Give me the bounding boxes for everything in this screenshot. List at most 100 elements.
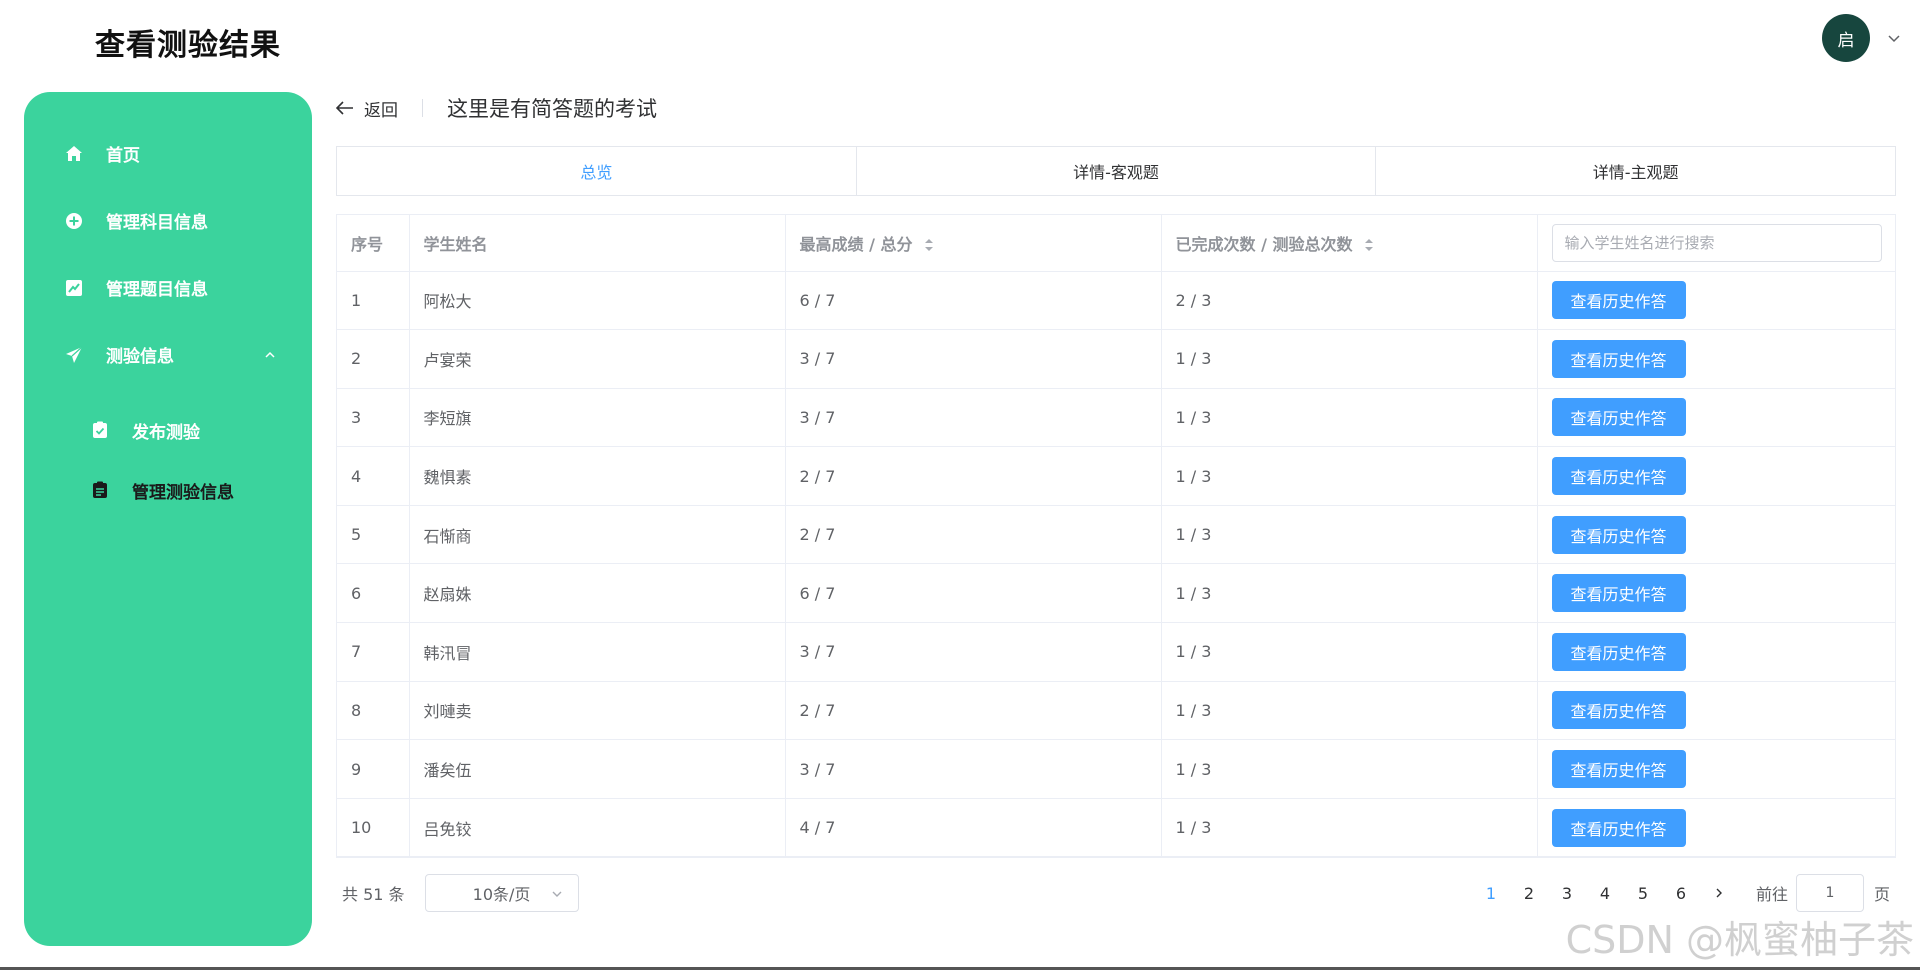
table-row: 3 李短旗 3 / 71 / 3 查看历史作答 (337, 388, 1895, 448)
search-input[interactable] (1551, 223, 1882, 262)
chevron-down-icon[interactable] (1886, 30, 1902, 46)
page-number[interactable]: 6 (1662, 884, 1700, 903)
view-history-button[interactable]: 查看历史作答 (1551, 632, 1686, 671)
chevron-down-icon (552, 891, 562, 898)
cell-index: 3 (337, 388, 410, 448)
view-history-button[interactable]: 查看历史作答 (1551, 398, 1686, 437)
cell-score: 2 / 7 (785, 446, 1162, 506)
page-subtitle: 这里是有简答题的考试 (447, 97, 657, 121)
view-history-button[interactable]: 查看历史作答 (1551, 457, 1686, 496)
view-history-button[interactable]: 查看历史作答 (1551, 574, 1686, 613)
cell-score: 6 / 7 (785, 271, 1162, 331)
page-unit-label: 页 (1873, 885, 1890, 905)
sort-icon[interactable] (1364, 238, 1374, 252)
view-history-button[interactable]: 查看历史作答 (1551, 691, 1686, 730)
plus-circle-icon (64, 211, 84, 231)
table-row: 5 石惭商 2 / 71 / 3 查看历史作答 (337, 505, 1895, 565)
cell-student-name: 魏惧素 (409, 446, 786, 506)
back-label: 返回 (364, 100, 398, 121)
page-number[interactable]: 3 (1548, 884, 1586, 903)
sidebar: 首页 管理科目信息 管理题目信息 测验信息 发布测验 管理测验信息 (24, 92, 312, 946)
cell-count: 1 / 3 (1161, 798, 1538, 858)
table-header-row: 序号 学生姓名 最高成绩 / 总分 已完成次数 / 测验总次数 (337, 215, 1895, 272)
page-size-select[interactable]: 10条/页 (424, 874, 579, 913)
sort-icon[interactable] (924, 238, 934, 252)
sidebar-item-tests[interactable]: 测验信息 (24, 321, 312, 388)
view-history-button[interactable]: 查看历史作答 (1551, 750, 1686, 789)
column-header-score[interactable]: 最高成绩 / 总分 (785, 215, 1162, 272)
cell-count: 2 / 3 (1161, 271, 1538, 331)
cell-score: 2 / 7 (785, 505, 1162, 565)
home-icon (64, 144, 84, 164)
cell-count: 1 / 3 (1161, 329, 1538, 389)
cell-action: 查看历史作答 (1537, 329, 1895, 389)
chevron-up-icon (265, 351, 275, 358)
view-history-button[interactable]: 查看历史作答 (1551, 808, 1686, 847)
page-number[interactable]: 4 (1586, 884, 1624, 903)
cell-index: 4 (337, 446, 410, 506)
chevron-right-icon (1716, 888, 1722, 898)
sidebar-item-publish-test[interactable]: 发布测验 (24, 400, 312, 460)
table-row: 6 赵扇姝 6 / 71 / 3 查看历史作答 (337, 563, 1895, 624)
sidebar-item-questions[interactable]: 管理题目信息 (24, 254, 312, 321)
page-number[interactable]: 2 (1510, 884, 1548, 903)
cell-count: 1 / 3 (1161, 505, 1538, 565)
main-content: 返回 这里是有简答题的考试 总览 详情-客观题 详情-主观题 序号 学生姓名 最… (336, 92, 1896, 913)
cell-score: 3 / 7 (785, 739, 1162, 799)
clipboard-list-icon (90, 480, 110, 500)
sidebar-item-label: 管理科目信息 (106, 213, 208, 233)
tab-overview[interactable]: 总览 (337, 147, 857, 195)
app-title: 查看测验结果 (95, 28, 281, 63)
cell-index: 8 (337, 681, 410, 741)
view-history-button[interactable]: 查看历史作答 (1551, 281, 1686, 320)
cell-action: 查看历史作答 (1537, 388, 1895, 448)
sidebar-item-label: 测验信息 (106, 347, 174, 367)
results-table: 序号 学生姓名 最高成绩 / 总分 已完成次数 / 测验总次数 1阿松大6 / (336, 214, 1896, 859)
sidebar-item-home[interactable]: 首页 (24, 120, 312, 187)
back-button[interactable]: 返回 (336, 96, 398, 121)
cell-index: 6 (337, 563, 410, 624)
cell-student-name: 潘矣伍 (409, 739, 786, 799)
goto-page-input[interactable] (1795, 874, 1864, 913)
page-number[interactable]: 5 (1624, 884, 1662, 903)
table-row: 8 刘嗹卖 2 / 71 / 3 查看历史作答 (337, 681, 1895, 741)
page-number[interactable]: 1 (1472, 884, 1510, 903)
cell-student-name: 石惭商 (409, 505, 786, 565)
cell-count: 1 / 3 (1161, 388, 1538, 448)
view-history-button[interactable]: 查看历史作答 (1551, 515, 1686, 554)
cell-action: 查看历史作答 (1537, 798, 1895, 858)
header-divider (422, 99, 423, 117)
page-list: 1 2 3 4 5 6 前往 页 (1472, 874, 1896, 913)
tab-subjective-detail[interactable]: 详情-主观题 (1376, 147, 1895, 195)
cell-count: 1 / 3 (1161, 446, 1538, 506)
column-header-index: 序号 (337, 215, 410, 272)
avatar[interactable]: 启 (1822, 14, 1870, 62)
cell-index: 1 (337, 271, 410, 331)
table-row: 9 潘矣伍 3 / 71 / 3 查看历史作答 (337, 739, 1895, 799)
page-header: 返回 这里是有简答题的考试 (336, 92, 1896, 124)
pagination: 共 51 条 10条/页 1 2 3 4 5 6 前往 页 (336, 874, 1896, 913)
sidebar-item-manage-tests[interactable]: 管理测验信息 (24, 460, 312, 520)
view-history-button[interactable]: 查看历史作答 (1551, 339, 1686, 378)
column-header-count[interactable]: 已完成次数 / 测验总次数 (1161, 215, 1538, 272)
cell-score: 3 / 7 (785, 622, 1162, 682)
tab-objective-detail[interactable]: 详情-客观题 (857, 147, 1377, 195)
cell-score: 4 / 7 (785, 798, 1162, 858)
table-row: 7 韩汛冒 3 / 71 / 3 查看历史作答 (337, 622, 1895, 682)
user-menu[interactable]: 启 (1822, 14, 1902, 62)
sidebar-item-label: 管理题目信息 (106, 280, 208, 300)
cell-action: 查看历史作答 (1537, 681, 1895, 741)
cell-count: 1 / 3 (1161, 739, 1538, 799)
sidebar-item-label: 首页 (106, 146, 140, 166)
table-row: 10 吕免铰 4 / 71 / 3 查看历史作答 (337, 798, 1895, 858)
next-page-button[interactable] (1700, 887, 1738, 899)
cell-student-name: 韩汛冒 (409, 622, 786, 682)
cell-score: 3 / 7 (785, 329, 1162, 389)
cell-index: 9 (337, 739, 410, 799)
sidebar-item-subjects[interactable]: 管理科目信息 (24, 187, 312, 254)
column-header-name: 学生姓名 (409, 215, 786, 272)
cell-score: 3 / 7 (785, 388, 1162, 448)
cell-action: 查看历史作答 (1537, 271, 1895, 331)
cell-student-name: 吕免铰 (409, 798, 786, 858)
cell-action: 查看历史作答 (1537, 739, 1895, 799)
